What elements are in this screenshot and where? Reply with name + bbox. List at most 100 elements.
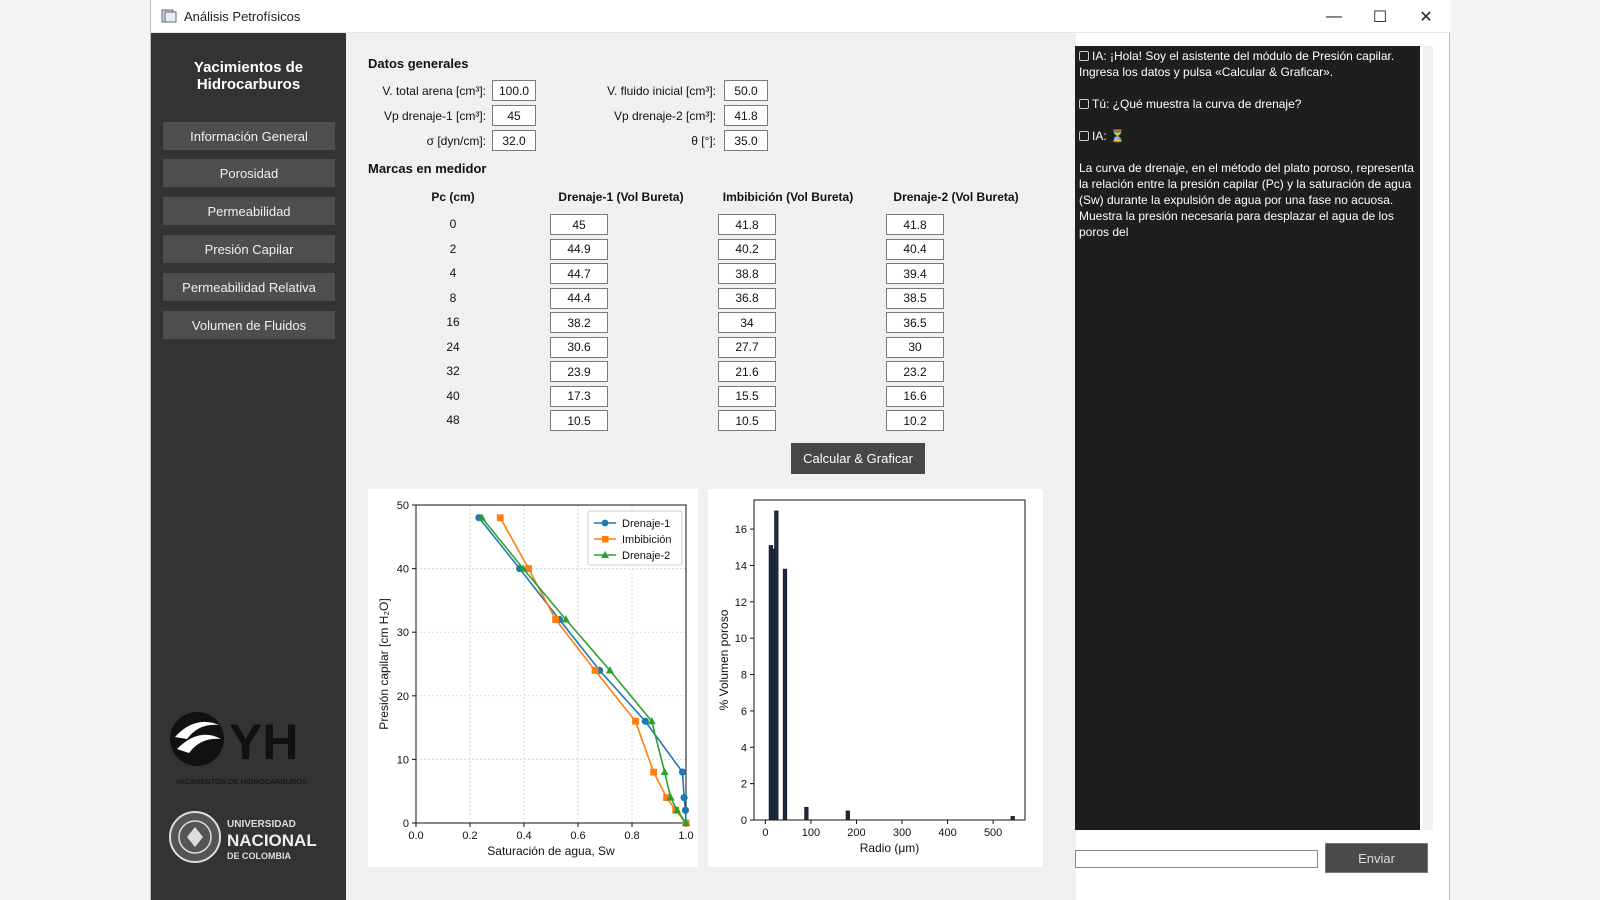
pore-size-chart-panel: 0 100 200 300 400 500 0 2 4 6 8 10 12 14 16 Radio (μm)%… xyxy=(708,489,1043,867)
y-tick-label: 50 xyxy=(397,500,409,512)
imbibicion-input[interactable] xyxy=(718,263,776,284)
x-tick-label: 1.0 xyxy=(678,830,693,842)
marks-title: Marcas en medidor xyxy=(368,161,487,176)
y-tick-label: 0 xyxy=(403,818,409,830)
chat-message-text: Tú: ¿Qué muestra la curva de drenaje? xyxy=(1092,97,1302,111)
chat-log: IA: ¡Hola! Soy el asistente del módulo d… xyxy=(1075,46,1420,830)
x-axis-label: Saturación de agua, Sw xyxy=(487,844,615,858)
drenaje1-input[interactable] xyxy=(550,361,608,382)
yh-logo: YH YACIMIENTOS DE HIDROCARBUROS xyxy=(170,712,307,786)
maximize-icon: ☐ xyxy=(1372,8,1388,26)
sidebar-item-permeabilidad[interactable]: Permeabilidad xyxy=(163,197,335,225)
bar xyxy=(804,806,809,821)
imbibicion-input[interactable] xyxy=(718,410,776,431)
drenaje1-input[interactable] xyxy=(550,214,608,235)
calcular-graficar-button[interactable]: Calcular & Graficar xyxy=(791,443,925,474)
data-point xyxy=(591,666,599,674)
data-point xyxy=(496,514,504,522)
data-point xyxy=(641,717,649,725)
imbibicion-input[interactable] xyxy=(718,287,776,309)
data-point xyxy=(681,806,690,814)
sidebar-title: Yacimientos de Hidrocarburos xyxy=(151,59,346,93)
legend-label: Drenaje-1 xyxy=(622,518,670,530)
vp-drenaje1-input[interactable] xyxy=(492,105,536,126)
y-tick-label: 6 xyxy=(741,706,747,718)
bar xyxy=(782,568,788,821)
drenaje2-input[interactable] xyxy=(886,287,944,309)
drenaje1-input[interactable] xyxy=(550,263,608,284)
field-label-vp2: Vp drenaje-2 [cm³]: xyxy=(613,109,716,123)
data-point xyxy=(650,768,657,776)
chat-scrollbar[interactable] xyxy=(1423,46,1433,830)
logo-un-line1: UNIVERSIDAD xyxy=(227,819,296,830)
bar xyxy=(845,810,850,821)
pc-value: 32 xyxy=(446,364,460,378)
maximize-button[interactable]: ☐ xyxy=(1357,0,1403,33)
close-icon: ✕ xyxy=(1419,8,1433,26)
legend-marker xyxy=(601,519,609,527)
pc-value: 40 xyxy=(446,388,460,403)
imbibicion-input[interactable] xyxy=(718,238,776,260)
close-button[interactable]: ✕ xyxy=(1403,0,1449,33)
sidebar-item-porosidad[interactable]: Porosidad xyxy=(163,159,335,187)
drenaje2-input[interactable] xyxy=(886,410,944,431)
y-tick-label: 12 xyxy=(735,597,747,609)
imbibicion-input[interactable] xyxy=(718,361,776,382)
drenaje1-input[interactable] xyxy=(550,336,608,358)
window-title: Análisis Petrofísicos xyxy=(184,9,301,24)
bot-icon xyxy=(1079,131,1089,141)
sidebar-item-presion-capilar[interactable]: Presión Capilar xyxy=(163,235,335,263)
chat-message-text: IA: ⏳ xyxy=(1092,129,1125,143)
imbibicion-input[interactable] xyxy=(718,214,776,235)
imbibicion-input[interactable] xyxy=(718,312,776,333)
bar xyxy=(774,510,779,821)
x-tick-label: 0.0 xyxy=(408,830,423,842)
sidebar-item-volumen-fluidos[interactable]: Volumen de Fluidos xyxy=(163,311,335,339)
imbibicion-input[interactable] xyxy=(718,385,776,407)
x-tick-label: 0.6 xyxy=(570,830,585,842)
logo-un-line2: NACIONAL xyxy=(227,831,317,850)
send-button[interactable]: Enviar xyxy=(1325,843,1428,873)
drenaje2-input[interactable] xyxy=(886,238,944,260)
col-header-imbibicion: Imbibición (Vol Bureta) xyxy=(722,190,854,204)
data-point xyxy=(680,793,688,802)
vfluido-inicial-input[interactable] xyxy=(724,80,768,101)
drenaje1-input[interactable] xyxy=(550,238,608,260)
user-icon xyxy=(1079,99,1089,109)
chat-input[interactable] xyxy=(1075,850,1318,868)
x-tick-label: 500 xyxy=(984,827,1002,839)
logo-yh-text: YH xyxy=(229,714,298,770)
plot-frame xyxy=(753,499,1026,821)
bot-icon xyxy=(1079,51,1089,61)
drenaje2-input[interactable] xyxy=(886,385,944,407)
x-axis-label: Radio (μm) xyxy=(860,841,920,855)
drenaje2-input[interactable] xyxy=(886,214,944,235)
drenaje1-input[interactable] xyxy=(550,385,608,407)
sidebar-item-permeabilidad-relativa[interactable]: Permeabilidad Relativa xyxy=(163,273,335,301)
drenaje2-input[interactable] xyxy=(886,263,944,284)
sidebar-title-line2: Hidrocarburos xyxy=(196,76,301,93)
y-axis-label: Presión capilar [cm H₂O] xyxy=(377,598,391,729)
minimize-button[interactable]: — xyxy=(1311,0,1357,33)
drenaje1-input[interactable] xyxy=(550,287,608,309)
sigma-input[interactable] xyxy=(492,130,536,151)
logo-un-line3: DE COLOMBIA xyxy=(227,851,291,861)
bar xyxy=(1010,816,1015,821)
drenaje2-input[interactable] xyxy=(886,312,944,333)
y-tick-label: 4 xyxy=(741,742,747,754)
drenaje1-input[interactable] xyxy=(550,410,608,431)
y-tick-label: 40 xyxy=(397,564,409,576)
x-tick-label: 300 xyxy=(893,827,911,839)
sidebar-item-informacion-general[interactable]: Información General xyxy=(163,122,335,150)
field-label-vtotal: V. total arena [cm³]: xyxy=(382,84,486,98)
vtotal-arena-input[interactable] xyxy=(492,80,536,101)
vp-drenaje2-input[interactable] xyxy=(724,105,768,126)
drenaje1-input[interactable] xyxy=(550,312,608,333)
x-tick-label: 0 xyxy=(762,827,768,839)
drenaje2-input[interactable] xyxy=(886,336,944,358)
x-tick-label: 200 xyxy=(847,827,865,839)
theta-input[interactable] xyxy=(724,130,768,151)
field-label-sigma: σ [dyn/cm]: xyxy=(426,134,486,148)
imbibicion-input[interactable] xyxy=(718,336,776,358)
drenaje2-input[interactable] xyxy=(886,361,944,382)
